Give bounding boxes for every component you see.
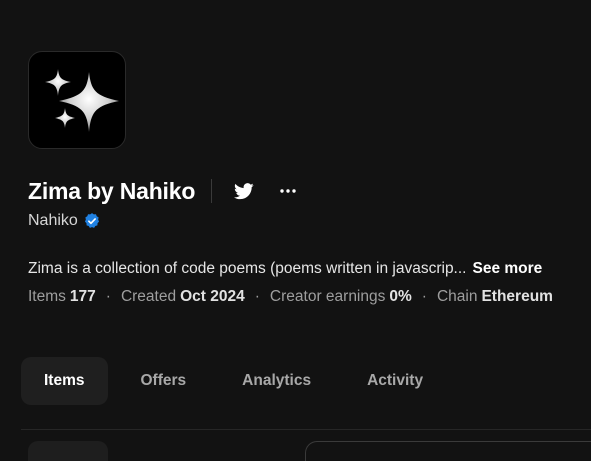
collection-tabs: Items Offers Analytics Activity (21, 357, 446, 405)
section-divider (21, 429, 591, 430)
twitter-icon (234, 182, 254, 199)
stat-earnings-value: 0% (389, 288, 412, 305)
stat-created-label: Created (120, 288, 177, 305)
stat-created-value: Oct 2024 (180, 288, 245, 305)
collection-avatar (28, 51, 126, 149)
twitter-button[interactable] (228, 175, 260, 207)
collection-description: Zima is a collection of code poems (poem… (28, 259, 542, 279)
stat-items-value: 177 (69, 288, 96, 305)
title-row: Zima by Nahiko (28, 172, 304, 210)
tab-analytics[interactable]: Analytics (219, 357, 334, 405)
more-options-button[interactable] (272, 175, 304, 207)
tab-items[interactable]: Items (21, 357, 108, 405)
stat-chain-label: Chain (436, 288, 478, 305)
more-horizontal-icon (280, 189, 296, 193)
stat-separator: · (254, 288, 260, 305)
tab-activity[interactable]: Activity (344, 357, 446, 405)
see-more-link[interactable]: See more (472, 260, 542, 278)
description-text: Zima is a collection of code poems (poem… (28, 260, 467, 277)
creator-name[interactable]: Nahiko (28, 212, 78, 230)
stat-separator: · (421, 288, 427, 305)
stat-earnings-label: Creator earnings (269, 288, 386, 305)
search-input[interactable] (305, 441, 591, 461)
stat-chain-value: Ethereum (481, 288, 553, 305)
creator-row: Nahiko (28, 211, 101, 231)
stat-items-label: Items (28, 288, 66, 305)
title-divider (211, 179, 213, 203)
filter-button[interactable] (28, 441, 108, 461)
stat-separator: · (105, 288, 111, 305)
collection-page: Zima by Nahiko Nahiko Zima is a collecti… (0, 0, 591, 461)
collection-title: Zima by Nahiko (28, 177, 196, 204)
verified-badge-icon (84, 213, 99, 228)
sparkles-icon (45, 69, 119, 132)
tab-offers[interactable]: Offers (118, 357, 210, 405)
collection-stats: Items 177 · Created Oct 2024 · Creator e… (28, 287, 553, 307)
